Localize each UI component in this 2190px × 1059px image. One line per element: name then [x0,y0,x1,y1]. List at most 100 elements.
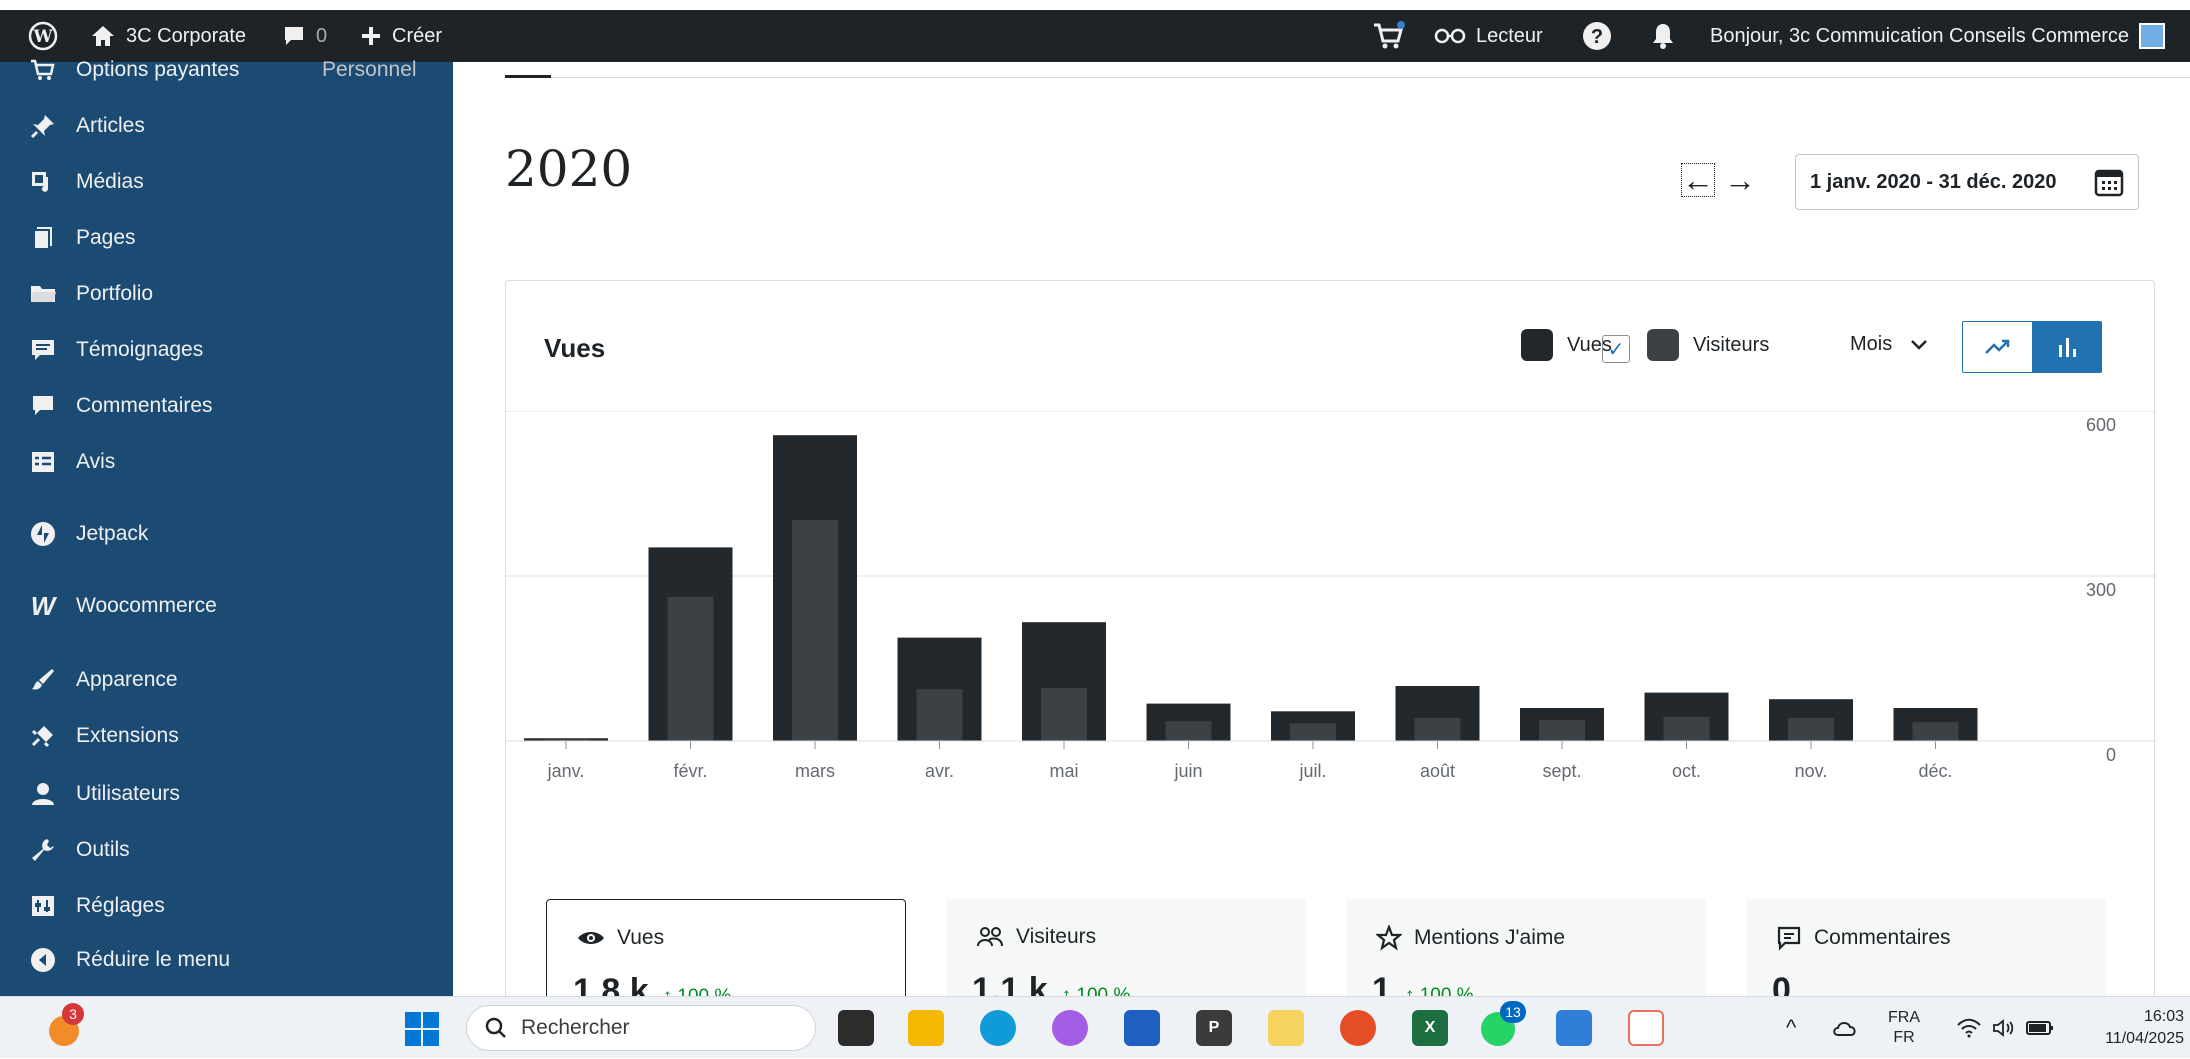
eye-icon [578,932,604,944]
sidebar-item-articles[interactable]: Articles [0,104,453,148]
chart-type-toggle [1962,321,2102,373]
bar-visitors [1414,717,1461,741]
excel-icon[interactable]: X [1412,1010,1448,1046]
x-tick-label: avr. [925,761,954,781]
publisher-icon[interactable]: P [1196,1010,1232,1046]
sidebar-item-portfolio[interactable]: Portfolio [0,272,453,316]
settings-icon [28,891,58,921]
stat-value-text: 1 [1372,971,1391,996]
legend-label-visitors: Visiteurs [1693,333,1770,356]
stat-label-text: Vues [617,926,665,949]
stat-value-text: 0 [1772,971,1791,996]
woocommerce-icon: W [30,590,56,621]
copilot-icon[interactable] [1052,1010,1088,1046]
file-explorer-icon[interactable] [908,1010,944,1046]
pages-icon [28,223,58,253]
edge-icon[interactable] [980,1010,1016,1046]
collapse-menu-button[interactable]: Réduire le menu [0,938,453,982]
onedrive-button[interactable] [1832,997,1858,1059]
date-range-picker[interactable]: 1 janv. 2020 - 31 déc. 2020 [1795,154,2139,210]
account-menu[interactable]: Bonjour, 3c Commuication Conseils Commer… [1710,10,2166,62]
stat-card-visitors[interactable]: Visiteurs 1,1 k ↑ 100 % [946,899,1306,996]
greeting-text: Bonjour, 3c Commuication Conseils Commer… [1710,24,2130,47]
sidebar-item-utilisateurs[interactable]: Utilisateurs [0,772,453,816]
people-icon [977,927,1003,947]
sidebar-item-avis[interactable]: Avis [0,440,453,484]
sidebar-item-woocommerce[interactable]: W Woocommerce [0,584,453,628]
sidebar-item-jetpack[interactable]: Jetpack [0,512,453,556]
clock-time: 16:03 [2143,1008,2184,1025]
stat-card-likes[interactable]: Mentions J'aime 1 ↑ 100 % [1346,899,1706,996]
line-chart-button[interactable] [1963,322,2032,372]
snipping-tool-icon[interactable] [1628,1010,1664,1046]
notification-app-button[interactable]: 3 [46,1003,86,1054]
bar-visitors [667,596,714,741]
chevron-down-icon [1911,339,1928,350]
stat-value-text: 1,8 k [573,972,649,996]
cart-icon [28,55,58,85]
sidebar-item-commentaires[interactable]: Commentaires [0,384,453,428]
sidebar-item-label: Médias [76,170,144,193]
quick-settings[interactable] [1956,997,2054,1059]
whatsapp-button[interactable]: 13 [1478,1001,1526,1054]
sidebar-item-label: Apparence [76,668,178,691]
sidebar-item-temoignages[interactable]: Témoignages [0,328,453,372]
stat-card-comments[interactable]: Commentaires 0 [1746,899,2106,996]
sidebar-item-sublabel: Personnel [322,58,417,81]
taskbar-search[interactable]: Rechercher [466,1005,816,1051]
sidebar-item-label: Options payantes [76,58,240,81]
notifications-button[interactable] [1650,10,1676,62]
screen-top-edge [0,0,2190,10]
stat-card-views[interactable]: Vues 1,8 k ↑ 100 % [546,899,906,996]
volume-icon [1993,1019,2014,1037]
help-button[interactable]: ? [1582,10,1612,62]
stat-label-text: Mentions J'aime [1414,926,1566,949]
legend-swatch-visitors [1647,329,1679,361]
previous-period-button[interactable]: ← [1678,160,1718,200]
bar-chart-button[interactable] [2032,322,2101,372]
reader-link[interactable]: Lecteur [1434,10,1543,62]
clock[interactable]: 16:03 11/04/2025 [2084,997,2184,1059]
bar-visitors [1912,722,1959,741]
main-content: 2020 ← → 1 janv. 2020 - 31 déc. 2020 Vue… [453,62,2190,996]
tray-overflow-button[interactable]: ^ [1786,997,1796,1059]
sidebar-item-medias[interactable]: Médias [0,160,453,204]
visitors-checkbox[interactable]: ✓ [1602,335,1630,363]
cart-link[interactable] [1372,10,1406,62]
sidebar-item-apparence[interactable]: Apparence [0,658,453,702]
sidebar-item-pages[interactable]: Pages [0,216,453,260]
sidebar-item-extensions[interactable]: Extensions [0,714,453,758]
checkmark-icon: ✓ [1607,338,1625,361]
sidebar-item-label: Woocommerce [76,594,217,617]
next-period-button[interactable]: → [1720,160,1760,200]
cart-icon [1374,21,1405,49]
wifi-icon [1957,1018,1981,1038]
date-range-text: 1 janv. 2020 - 31 déc. 2020 [1810,170,2057,193]
folder-app-icon[interactable] [1268,1010,1304,1046]
comments-count: 0 [316,24,328,47]
period-select[interactable]: Mois [1850,333,1928,356]
store-icon[interactable] [1124,1010,1160,1046]
sidebar-item-options-payantes[interactable]: Options payantes Personnel [0,48,453,92]
page-title: 2020 [505,140,633,198]
collapse-icon [28,945,58,975]
svg-text:W: W [32,27,53,47]
arrow-right-icon: → [1724,161,1756,198]
help-icon: ? [1583,22,1611,50]
language-switcher[interactable]: FRA FR [1888,997,1920,1059]
notification-badge: 3 [62,1003,84,1025]
stat-value: 1,1 k ↑ 100 % [972,971,1130,996]
start-button[interactable] [404,1011,440,1052]
x-tick-label: juil. [1298,761,1326,781]
comment-icon [28,391,58,421]
sidebar-item-label: Réglages [76,894,165,917]
chrome-icon[interactable] [1340,1010,1376,1046]
task-view-icon[interactable] [838,1010,874,1046]
photos-icon[interactable] [1556,1010,1592,1046]
bar-visitors [1788,717,1834,741]
x-tick-label: août [1420,761,1455,781]
sidebar-item-reglages[interactable]: Réglages [0,884,453,928]
sidebar-item-outils[interactable]: Outils [0,828,453,872]
stat-label: Mentions J'aime [1376,925,1565,951]
legend-visitors: Visiteurs [1647,329,1769,361]
